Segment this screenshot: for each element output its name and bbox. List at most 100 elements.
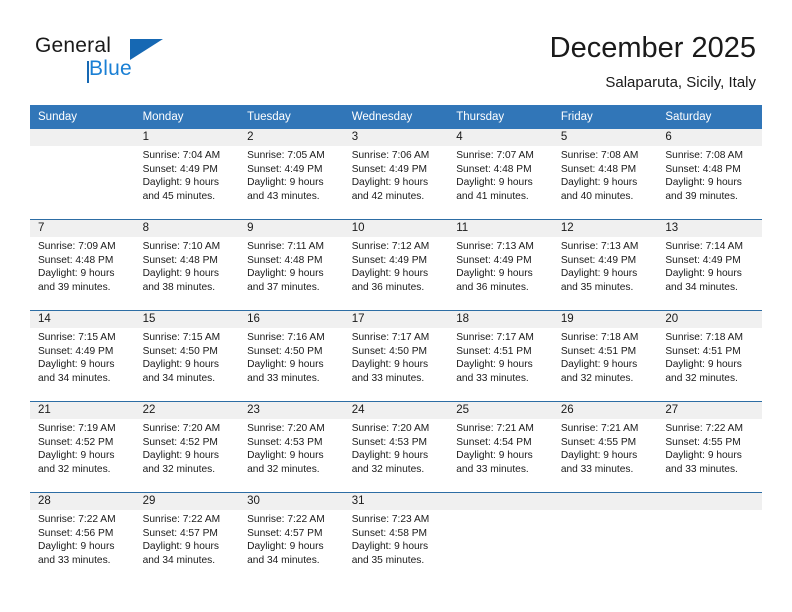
day-cell[interactable]: 26 Sunrise: 7:21 AM Sunset: 4:55 PM Dayl… bbox=[552, 401, 658, 493]
calendar-week-row: 21 Sunrise: 7:19 AM Sunset: 4:52 PM Dayl… bbox=[30, 401, 762, 493]
daylight-text-line2: and 33 minutes. bbox=[456, 372, 529, 384]
day-details: Sunrise: 7:20 AM Sunset: 4:53 PM Dayligh… bbox=[344, 419, 449, 476]
triangle-logo-icon bbox=[130, 39, 163, 60]
daylight-text-line1: Daylight: 9 hours bbox=[247, 359, 324, 371]
day-cell[interactable]: 5 Sunrise: 7:08 AM Sunset: 4:48 PM Dayli… bbox=[552, 129, 658, 220]
sunset-text: Sunset: 4:57 PM bbox=[142, 527, 218, 539]
day-cell[interactable]: 18 Sunrise: 7:17 AM Sunset: 4:51 PM Dayl… bbox=[448, 310, 553, 402]
sunset-text: Sunset: 4:51 PM bbox=[560, 345, 637, 357]
day-number: 31 bbox=[343, 493, 449, 510]
day-cell[interactable]: 15 Sunrise: 7:15 AM Sunset: 4:50 PM Dayl… bbox=[134, 310, 240, 402]
daylight-text-line2: and 45 minutes. bbox=[142, 190, 216, 202]
sunrise-text: Sunrise: 7:18 AM bbox=[560, 332, 639, 343]
daylight-text-line1: Daylight: 9 hours bbox=[38, 359, 115, 371]
daylight-text-line1: Daylight: 9 hours bbox=[247, 541, 324, 553]
sunrise-text: Sunrise: 7:14 AM bbox=[665, 241, 743, 252]
day-cell[interactable]: 3 Sunrise: 7:06 AM Sunset: 4:49 PM Dayli… bbox=[343, 129, 449, 220]
daylight-text-line1: Daylight: 9 hours bbox=[665, 359, 742, 371]
day-cell[interactable]: 4 Sunrise: 7:07 AM Sunset: 4:48 PM Dayli… bbox=[448, 129, 553, 220]
brand-logo[interactable]: General Blue bbox=[35, 34, 235, 84]
day-cell[interactable]: 16 Sunrise: 7:16 AM Sunset: 4:50 PM Dayl… bbox=[239, 310, 344, 402]
day-details: Sunrise: 7:17 AM Sunset: 4:51 PM Dayligh… bbox=[448, 328, 553, 385]
day-number bbox=[448, 493, 553, 510]
daylight-text-line1: Daylight: 9 hours bbox=[38, 268, 115, 280]
sunset-text: Sunset: 4:52 PM bbox=[38, 436, 114, 448]
day-cell[interactable]: 24 Sunrise: 7:20 AM Sunset: 4:53 PM Dayl… bbox=[343, 401, 449, 493]
day-cell[interactable]: 17 Sunrise: 7:17 AM Sunset: 4:50 PM Dayl… bbox=[343, 310, 449, 402]
sunrise-text: Sunrise: 7:08 AM bbox=[665, 150, 743, 161]
day-cell[interactable]: 9 Sunrise: 7:11 AM Sunset: 4:48 PM Dayli… bbox=[239, 219, 344, 311]
daylight-text-line1: Daylight: 9 hours bbox=[351, 541, 429, 553]
day-cell[interactable]: 30 Sunrise: 7:22 AM Sunset: 4:57 PM Dayl… bbox=[239, 492, 344, 583]
weekday-header-wednesday: Wednesday bbox=[343, 105, 449, 129]
sunrise-text: Sunrise: 7:22 AM bbox=[665, 423, 743, 434]
day-number: 13 bbox=[657, 220, 762, 237]
daylight-text-line1: Daylight: 9 hours bbox=[560, 268, 638, 280]
day-number: 20 bbox=[657, 311, 762, 328]
day-number: 29 bbox=[134, 493, 240, 510]
sunset-text: Sunset: 4:48 PM bbox=[142, 254, 218, 266]
day-details: Sunrise: 7:12 AM Sunset: 4:49 PM Dayligh… bbox=[344, 237, 449, 294]
day-cell[interactable]: 27 Sunrise: 7:22 AM Sunset: 4:55 PM Dayl… bbox=[657, 401, 762, 493]
daylight-text-line2: and 32 minutes. bbox=[142, 463, 216, 475]
daylight-text-line2: and 34 minutes. bbox=[665, 281, 738, 293]
sunset-text: Sunset: 4:50 PM bbox=[351, 345, 428, 357]
sunset-text: Sunset: 4:55 PM bbox=[665, 436, 741, 448]
sunset-text: Sunset: 4:53 PM bbox=[351, 436, 428, 448]
day-number: 16 bbox=[239, 311, 344, 328]
day-cell[interactable]: 14 Sunrise: 7:15 AM Sunset: 4:49 PM Dayl… bbox=[30, 310, 135, 402]
daylight-text-line2: and 32 minutes. bbox=[560, 372, 634, 384]
daylight-text-line2: and 43 minutes. bbox=[247, 190, 320, 202]
day-cell[interactable]: 8 Sunrise: 7:10 AM Sunset: 4:48 PM Dayli… bbox=[134, 219, 240, 311]
day-cell[interactable]: 13 Sunrise: 7:14 AM Sunset: 4:49 PM Dayl… bbox=[657, 219, 762, 311]
day-details: Sunrise: 7:22 AM Sunset: 4:55 PM Dayligh… bbox=[657, 419, 762, 476]
daylight-text-line2: and 41 minutes. bbox=[456, 190, 529, 202]
sunset-text: Sunset: 4:51 PM bbox=[456, 345, 532, 357]
daylight-text-line2: and 38 minutes. bbox=[142, 281, 216, 293]
day-cell[interactable]: 11 Sunrise: 7:13 AM Sunset: 4:49 PM Dayl… bbox=[448, 219, 553, 311]
day-cell[interactable]: 10 Sunrise: 7:12 AM Sunset: 4:49 PM Dayl… bbox=[343, 219, 449, 311]
day-number: 15 bbox=[134, 311, 240, 328]
sunset-text: Sunset: 4:51 PM bbox=[665, 345, 741, 357]
sunrise-text: Sunrise: 7:13 AM bbox=[560, 241, 639, 252]
daylight-text-line2: and 33 minutes. bbox=[560, 463, 634, 475]
day-cell[interactable]: 22 Sunrise: 7:20 AM Sunset: 4:52 PM Dayl… bbox=[134, 401, 240, 493]
daylight-text-line2: and 39 minutes. bbox=[38, 281, 111, 293]
day-cell[interactable]: 7 Sunrise: 7:09 AM Sunset: 4:48 PM Dayli… bbox=[30, 219, 135, 311]
daylight-text-line2: and 37 minutes. bbox=[247, 281, 320, 293]
day-cell[interactable]: 2 Sunrise: 7:05 AM Sunset: 4:49 PM Dayli… bbox=[239, 129, 344, 220]
daylight-text-line1: Daylight: 9 hours bbox=[142, 541, 220, 553]
day-cell[interactable] bbox=[30, 129, 135, 220]
day-cell[interactable] bbox=[552, 492, 658, 583]
daylight-text-line2: and 33 minutes. bbox=[665, 463, 738, 475]
daylight-text-line2: and 34 minutes. bbox=[142, 372, 216, 384]
day-number: 5 bbox=[552, 129, 658, 146]
day-cell[interactable] bbox=[657, 492, 762, 583]
daylight-text-line1: Daylight: 9 hours bbox=[560, 177, 638, 189]
day-cell[interactable]: 29 Sunrise: 7:22 AM Sunset: 4:57 PM Dayl… bbox=[134, 492, 240, 583]
daylight-text-line1: Daylight: 9 hours bbox=[351, 268, 429, 280]
day-cell[interactable]: 23 Sunrise: 7:20 AM Sunset: 4:53 PM Dayl… bbox=[239, 401, 344, 493]
sunrise-text: Sunrise: 7:13 AM bbox=[456, 241, 534, 252]
day-cell[interactable]: 20 Sunrise: 7:18 AM Sunset: 4:51 PM Dayl… bbox=[657, 310, 762, 402]
day-cell[interactable]: 25 Sunrise: 7:21 AM Sunset: 4:54 PM Dayl… bbox=[448, 401, 553, 493]
daylight-text-line1: Daylight: 9 hours bbox=[142, 268, 220, 280]
day-details: Sunrise: 7:20 AM Sunset: 4:52 PM Dayligh… bbox=[135, 419, 240, 476]
day-cell[interactable]: 21 Sunrise: 7:19 AM Sunset: 4:52 PM Dayl… bbox=[30, 401, 135, 493]
day-cell[interactable]: 28 Sunrise: 7:22 AM Sunset: 4:56 PM Dayl… bbox=[30, 492, 135, 583]
sunrise-text: Sunrise: 7:18 AM bbox=[665, 332, 743, 343]
day-cell[interactable]: 12 Sunrise: 7:13 AM Sunset: 4:49 PM Dayl… bbox=[552, 219, 658, 311]
day-details: Sunrise: 7:09 AM Sunset: 4:48 PM Dayligh… bbox=[30, 237, 135, 294]
day-number: 24 bbox=[343, 402, 449, 419]
day-cell[interactable]: 19 Sunrise: 7:18 AM Sunset: 4:51 PM Dayl… bbox=[552, 310, 658, 402]
day-details: Sunrise: 7:22 AM Sunset: 4:57 PM Dayligh… bbox=[135, 510, 240, 567]
day-cell[interactable]: 6 Sunrise: 7:08 AM Sunset: 4:48 PM Dayli… bbox=[657, 129, 762, 220]
day-cell[interactable] bbox=[448, 492, 553, 583]
day-details: Sunrise: 7:21 AM Sunset: 4:54 PM Dayligh… bbox=[448, 419, 553, 476]
day-cell[interactable]: 31 Sunrise: 7:23 AM Sunset: 4:58 PM Dayl… bbox=[343, 492, 449, 583]
daylight-text-line2: and 32 minutes. bbox=[351, 463, 425, 475]
day-number: 14 bbox=[30, 311, 135, 328]
day-number: 10 bbox=[343, 220, 449, 237]
daylight-text-line1: Daylight: 9 hours bbox=[560, 450, 638, 462]
day-cell[interactable]: 1 Sunrise: 7:04 AM Sunset: 4:49 PM Dayli… bbox=[134, 129, 240, 220]
